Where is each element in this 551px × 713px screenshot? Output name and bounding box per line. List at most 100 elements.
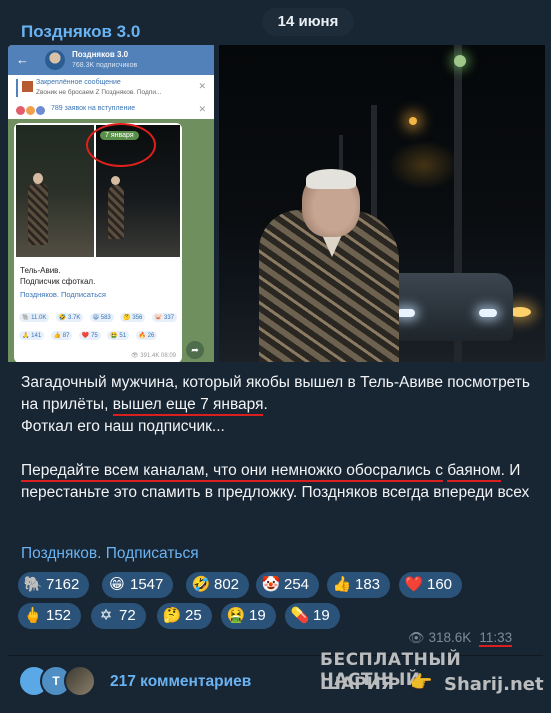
- share-icon: ➦: [186, 341, 204, 359]
- star-of-david-icon: ✡: [99, 607, 113, 624]
- underlined-word: баяном: [447, 462, 501, 482]
- laughing-icon: 😆: [92, 315, 100, 321]
- inset-reaction: 🐷 337: [151, 313, 177, 322]
- reaction-count: 75: [91, 333, 98, 339]
- car: [383, 273, 513, 341]
- reaction-count: 25: [185, 607, 202, 624]
- view-count: 318.6K: [428, 630, 472, 645]
- reaction-grin[interactable]: 😁 1547: [102, 572, 174, 598]
- vomit-icon: 🤮: [226, 607, 246, 624]
- inset-reaction: 🐘 11.0K: [19, 313, 50, 322]
- reaction-count: 254: [284, 576, 310, 593]
- post-text: Загадочный мужчина, который якобы вышел …: [21, 372, 531, 504]
- post-meta: 👁 318.6K 11:33: [408, 630, 513, 647]
- close-icon: ✕: [198, 104, 206, 114]
- watermark-line2: ШАРИЯ: [320, 674, 394, 694]
- vomit-icon: 🤮: [110, 333, 118, 339]
- paragraph-1: Загадочный мужчина, который якобы вышел …: [21, 372, 531, 416]
- reaction-count: 51: [119, 333, 127, 339]
- reaction-count: 11.0K: [31, 315, 47, 321]
- inset-header: ← Поздняков 3.0 768.3K подписчиков: [8, 45, 214, 75]
- pinned-title: Закреплённое сообщение: [36, 79, 121, 86]
- reaction-rofl[interactable]: 🤣 802: [186, 572, 250, 598]
- inset-reaction: 🙏 141: [19, 331, 45, 340]
- inset-views: 👁 391.4K 08:09: [131, 353, 176, 359]
- red-highlight-circle: [86, 123, 156, 167]
- reaction-star-of-david[interactable]: ✡ 72: [91, 603, 146, 629]
- inset-pinned-message: Закреплённое сообщение Zвоник не бросаем…: [8, 75, 214, 102]
- reaction-count: 160: [427, 576, 453, 593]
- reaction-count: 19: [249, 607, 266, 624]
- fire-icon: 🔥: [138, 333, 146, 339]
- paragraph-2: Фоткал его наш подписчик...: [21, 418, 225, 435]
- watermark-site: Sharij.net: [444, 674, 544, 695]
- comments-link[interactable]: 217 комментариев: [110, 673, 251, 691]
- street-lamp: [409, 117, 417, 125]
- inset-message-bubble: 7 января Тель-Авив. Подписчик сфоткал. П…: [14, 123, 182, 362]
- reaction-clown[interactable]: 🤡 254: [256, 572, 320, 598]
- middle-finger-icon: 🖕: [23, 607, 43, 624]
- reaction-thumbs-up[interactable]: 👍 183: [327, 572, 391, 598]
- subscribe-link[interactable]: Поздняков. Подписаться: [21, 545, 199, 563]
- reaction-middle-finger[interactable]: 🖕 152: [18, 603, 82, 629]
- reaction-count: 583: [100, 315, 111, 321]
- reaction-count: 802: [214, 576, 240, 593]
- inset-caption-line2: Подписчик сфоткал.: [20, 277, 96, 286]
- clown-icon: 🤡: [261, 576, 281, 593]
- inset-reaction: 😆 583: [89, 313, 114, 322]
- reaction-elephant[interactable]: 🐘 7162: [18, 572, 90, 598]
- join-requests-text: 789 заявок на вступление: [51, 105, 136, 112]
- reaction-count: 3.7K: [68, 315, 81, 321]
- heart-icon: ❤️: [404, 576, 424, 593]
- person-figure: [28, 183, 48, 245]
- inset-reactions: 🐘 11.0K 🤣 3.7K 😆 583 🤔 356 🐷 337 🙏 141 👍…: [18, 306, 182, 342]
- reaction-count: 152: [46, 607, 72, 624]
- inset-reaction: 👍 87: [50, 331, 73, 340]
- thumbs-up-icon: 👍: [53, 333, 62, 339]
- channel-name[interactable]: Поздняков 3.0: [21, 22, 140, 42]
- reaction-pill[interactable]: 💊 19: [285, 603, 340, 629]
- channel-post: Поздняков 3.0 14 июня ← Поздняков 3.0 76…: [0, 0, 551, 713]
- underlined-phrase: Передайте всем каналам, что они немножко…: [21, 462, 443, 482]
- underlined-date-phrase: вышел еще 7 января: [112, 396, 264, 416]
- requester-avatar: [36, 106, 45, 115]
- back-arrow-icon: ←: [16, 52, 29, 67]
- paragraph-3: Передайте всем каналам, что они немножко…: [21, 460, 531, 504]
- requester-avatar: [26, 106, 35, 115]
- text-span: Загадочный мужчина, который якобы вышел …: [21, 374, 530, 413]
- inset-reaction: 🔥 26: [135, 331, 158, 340]
- inset-reaction: 🤮 51: [107, 331, 130, 340]
- requester-avatar: [16, 106, 25, 115]
- pig-icon: 🐷: [154, 315, 163, 321]
- media-night-photo[interactable]: [219, 45, 545, 362]
- inset-join-requests: 789 заявок на вступление ✕: [8, 101, 214, 119]
- pointing-hand-icon: 👉: [410, 672, 433, 693]
- reaction-count: 72: [119, 607, 136, 624]
- pinned-thumbnail: [22, 81, 33, 92]
- rofl-icon: 🤣: [58, 315, 67, 321]
- reaction-count: 356: [132, 315, 143, 321]
- reaction-count: 337: [163, 315, 174, 321]
- person-figure: [108, 185, 124, 239]
- inset-reaction: ❤️ 75: [78, 331, 101, 340]
- person-head: [111, 176, 120, 185]
- avatar: [45, 50, 65, 70]
- reaction-count: 7162: [46, 576, 80, 593]
- media-screenshot-inset[interactable]: ← Поздняков 3.0 768.3K подписчиков Закре…: [8, 45, 214, 362]
- inset-reaction: 🤔 356: [120, 313, 146, 322]
- inset-reaction: 🤣 3.7K: [55, 313, 84, 322]
- reaction-count: 26: [147, 333, 155, 339]
- inset-caption-line1: Тель-Авив.: [20, 266, 61, 275]
- watermark: БЕСПЛАТНЫЙ ЧАСТНЫЙ ШАРИЯ 👉 Sharij.net: [320, 648, 546, 706]
- comments-row[interactable]: T 217 комментариев: [18, 665, 318, 697]
- text-span: .: [263, 396, 268, 413]
- pill-icon: 💊: [290, 607, 310, 624]
- rofl-icon: 🤣: [191, 576, 211, 593]
- reaction-vomit[interactable]: 🤮 19: [221, 603, 276, 629]
- close-icon: ✕: [198, 81, 206, 91]
- reaction-heart[interactable]: ❤️ 160: [399, 572, 463, 598]
- car-headlight: [397, 309, 415, 317]
- reaction-count: 19: [313, 607, 330, 624]
- reaction-thinking[interactable]: 🤔 25: [157, 603, 212, 629]
- date-badge: 14 июня: [262, 8, 354, 36]
